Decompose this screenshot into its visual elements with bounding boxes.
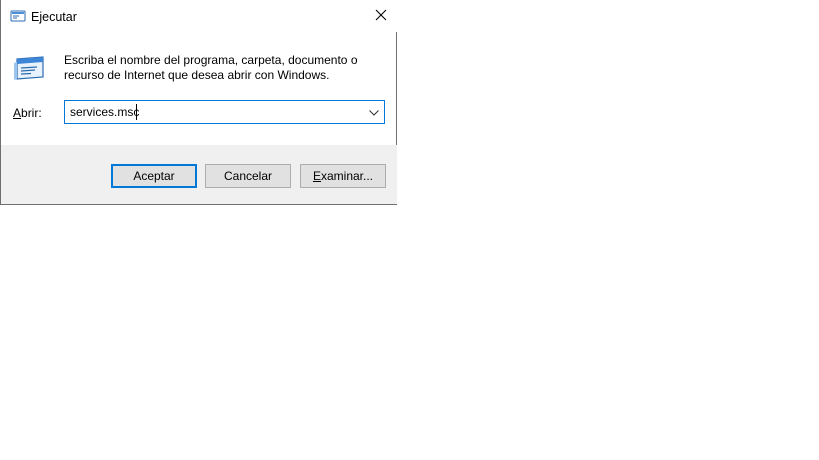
- browse-label: xaminar...: [320, 169, 374, 183]
- browse-accesskey: E: [312, 169, 321, 183]
- browse-button[interactable]: Examinar...: [300, 164, 386, 188]
- cancel-button[interactable]: Cancelar: [205, 164, 291, 188]
- close-button[interactable]: [365, 0, 397, 32]
- title-bar[interactable]: Ejecutar: [1, 0, 397, 32]
- dropdown-button[interactable]: [365, 102, 383, 122]
- open-combobox[interactable]: [64, 100, 385, 124]
- window-title: Ejecutar: [31, 10, 77, 24]
- instructions-line-1: Escriba el nombre del programa, carpeta,…: [64, 53, 358, 67]
- run-dialog: Ejecutar Escriba el nombre del programa,…: [0, 0, 397, 205]
- run-icon: [10, 9, 26, 23]
- ok-button[interactable]: Aceptar: [111, 164, 197, 188]
- instructions-line-2: recurso de Internet que desea abrir con …: [64, 68, 330, 82]
- open-input[interactable]: [70, 103, 360, 121]
- chevron-down-icon: [369, 105, 379, 119]
- close-icon: [375, 9, 387, 24]
- instructions-text: Escriba el nombre del programa, carpeta,…: [64, 53, 384, 83]
- open-label-text: brir:: [21, 106, 42, 120]
- text-caret: [136, 104, 137, 120]
- run-program-icon: [13, 54, 47, 82]
- open-label: Abrir:: [13, 105, 42, 121]
- open-label-accesskey: A: [13, 106, 22, 120]
- button-bar: Aceptar Cancelar Examinar...: [1, 145, 397, 204]
